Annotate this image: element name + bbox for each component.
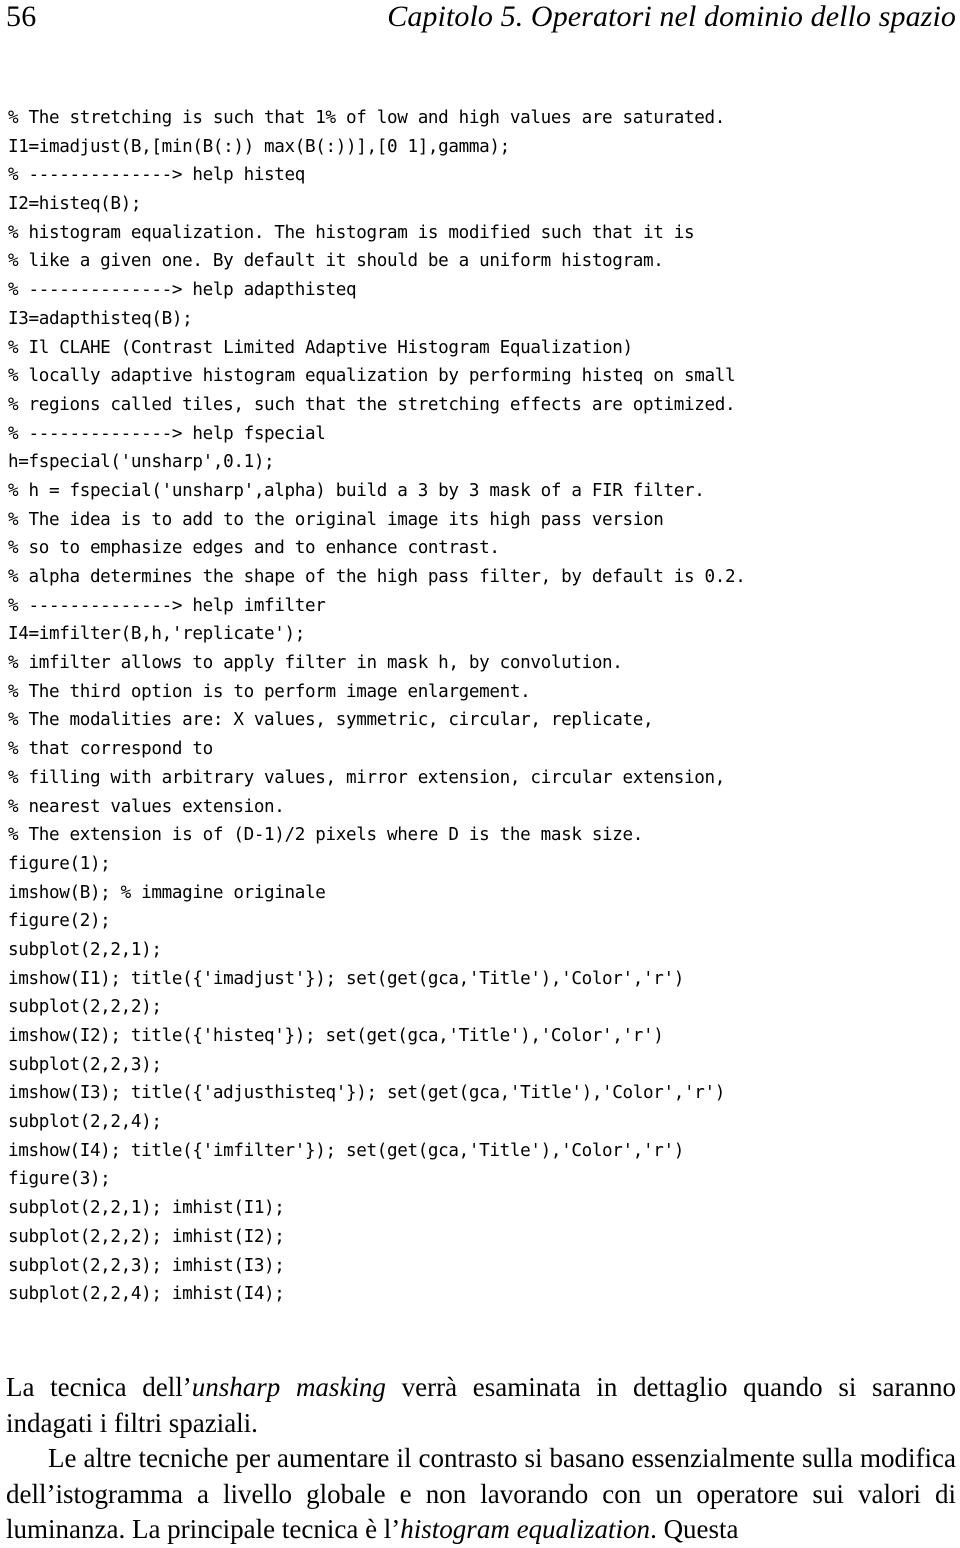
code-line: imshow(I1); title({'imadjust'}); set(get…	[8, 968, 684, 989]
code-line: % imfilter allows to apply filter in mas…	[8, 653, 623, 674]
code-line: I3=adapthisteq(B);	[8, 308, 193, 329]
code-line: % The idea is to add to the original ima…	[8, 509, 664, 530]
code-line: figure(2);	[8, 911, 111, 932]
code-line: subplot(2,2,2); imhist(I2);	[8, 1226, 285, 1247]
paragraph-histogram-equalization: Le altre tecniche per aumentare il contr…	[6, 1441, 956, 1548]
code-line: % nearest values extension.	[8, 796, 285, 817]
paragraph-unsharp-masking: La tecnica dell’unsharp masking verrà es…	[6, 1370, 956, 1441]
code-line: I2=histeq(B);	[8, 194, 142, 215]
code-line: % like a given one. By default it should…	[8, 251, 664, 272]
code-line: I4=imfilter(B,h,'replicate');	[8, 624, 306, 645]
code-line: imshow(I3); title({'adjusthisteq'}); set…	[8, 1083, 725, 1104]
code-line: figure(3);	[8, 1169, 111, 1190]
code-line: % filling with arbitrary values, mirror …	[8, 767, 725, 788]
code-line: % The stretching is such that 1% of low …	[8, 108, 725, 128]
code-line: subplot(2,2,4); imhist(I4);	[8, 1284, 285, 1305]
emphasis-unsharp-masking: unsharp masking	[191, 1372, 386, 1402]
code-line: I1=imadjust(B,[min(B(:)) max(B(:))],[0 1…	[8, 136, 510, 157]
code-line: subplot(2,2,1);	[8, 939, 162, 960]
code-line: % regions called tiles, such that the st…	[8, 394, 736, 415]
emphasis-histogram-equalization: histogram equalization	[400, 1514, 651, 1544]
code-line: % histogram equalization. The histogram …	[8, 222, 695, 243]
code-line: % The modalities are: X values, symmetri…	[8, 710, 654, 731]
code-line: subplot(2,2,2);	[8, 997, 162, 1018]
code-line: subplot(2,2,3);	[8, 1054, 162, 1075]
code-line: imshow(I2); title({'histeq'}); set(get(g…	[8, 1026, 664, 1046]
page-number: 56	[6, 0, 37, 33]
paragraph-text-before-emphasis: La tecnica dell’	[6, 1372, 192, 1402]
code-line: % h = fspecial('unsharp',alpha) build a …	[8, 480, 705, 501]
running-header: 56 Capitolo 5. Operatori nel dominio del…	[6, 0, 956, 46]
code-line: h=fspecial('unsharp',0.1);	[8, 452, 275, 473]
code-line: % so to emphasize edges and to enhance c…	[8, 538, 500, 559]
code-line: % The extension is of (D-1)/2 pixels whe…	[8, 825, 644, 846]
code-line: imshow(B); % immagine originale	[8, 882, 326, 903]
code-line: % --------------> help fspecial	[8, 423, 326, 444]
code-line: % The third option is to perform image e…	[8, 681, 531, 702]
code-listing: % The stretching is such that 1% of low …	[8, 104, 952, 1309]
code-line: subplot(2,2,4);	[8, 1112, 162, 1133]
code-line: % --------------> help adapthisteq	[8, 280, 357, 301]
code-line: imshow(I4); title({'imfilter'}); set(get…	[8, 1140, 684, 1161]
code-line: subplot(2,2,1); imhist(I1);	[8, 1198, 285, 1219]
code-line: % Il CLAHE (Contrast Limited Adaptive Hi…	[8, 337, 633, 358]
code-line: % alpha determines the shape of the high…	[8, 567, 746, 587]
paragraph-text-after-emphasis: . Questa	[650, 1514, 739, 1544]
code-line: % that correspond to	[8, 739, 213, 760]
chapter-title: Capitolo 5. Operatori nel dominio dello …	[387, 0, 956, 33]
code-line: subplot(2,2,3); imhist(I3);	[8, 1255, 285, 1276]
code-line: % --------------> help histeq	[8, 165, 306, 186]
code-line: figure(1);	[8, 853, 111, 874]
document-page: 56 Capitolo 5. Operatori nel dominio del…	[0, 0, 960, 1544]
code-line: % --------------> help imfilter	[8, 595, 326, 616]
code-line: % locally adaptive histogram equalizatio…	[8, 366, 736, 387]
